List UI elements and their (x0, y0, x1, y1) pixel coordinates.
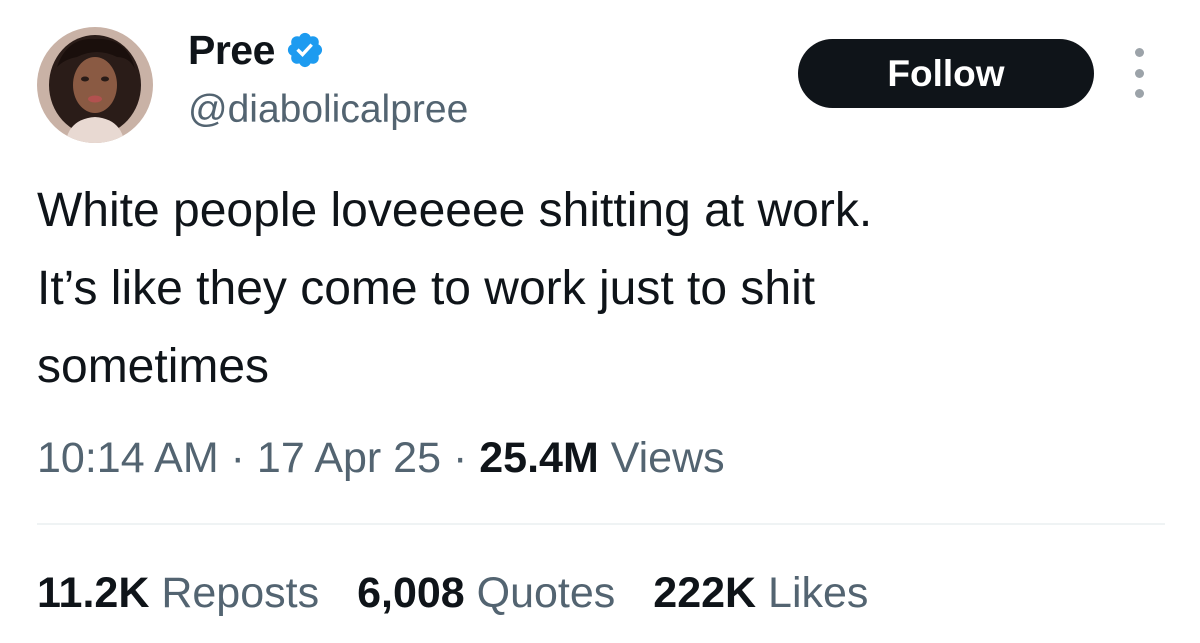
meta-separator: · (452, 434, 468, 482)
more-dot (1134, 89, 1144, 98)
quotes-label: Quotes (476, 569, 616, 617)
likes-stat[interactable]: 222K Likes (653, 563, 868, 623)
quotes-count: 6,008 (357, 569, 465, 617)
tweet-meta: 10:14 AM · 17 Apr 25 · 25.4M Views (37, 428, 725, 488)
avatar[interactable] (37, 27, 153, 143)
author-handle[interactable]: @diabolicalpree (188, 86, 468, 134)
reposts-stat[interactable]: 11.2K Reposts (37, 563, 319, 623)
profile-photo-icon (37, 27, 153, 143)
views-label: Views (610, 434, 725, 482)
engagement-stats: 11.2K Reposts 6,008 Quotes 222K Likes (37, 563, 868, 623)
likes-count: 222K (653, 569, 757, 617)
tweet-date[interactable]: 17 Apr 25 (257, 434, 441, 482)
tweet-time[interactable]: 10:14 AM (37, 434, 219, 482)
more-dot (1134, 48, 1144, 57)
more-dot (1134, 68, 1144, 78)
tweet-text: White people loveeeee shitting at work. … (37, 172, 1177, 406)
tweet-text-line: sometimes (37, 340, 270, 393)
follow-button[interactable]: Follow (798, 39, 1094, 108)
author-display-name[interactable]: Pree (188, 26, 275, 74)
quotes-stat[interactable]: 6,008 Quotes (357, 563, 615, 623)
reposts-count: 11.2K (37, 569, 150, 617)
author-name-row: Pree (188, 26, 325, 74)
tweet-text-line: It’s like they come to work just to shit (37, 262, 816, 315)
meta-separator: · (230, 434, 245, 482)
divider (37, 523, 1165, 525)
views-count: 25.4M (479, 434, 599, 482)
reposts-label: Reposts (161, 569, 320, 617)
verified-badge-icon (285, 30, 325, 70)
more-options-icon[interactable] (1126, 48, 1152, 98)
tweet-text-line: White people loveeeee shitting at work. (37, 184, 873, 237)
likes-label: Likes (768, 569, 869, 617)
